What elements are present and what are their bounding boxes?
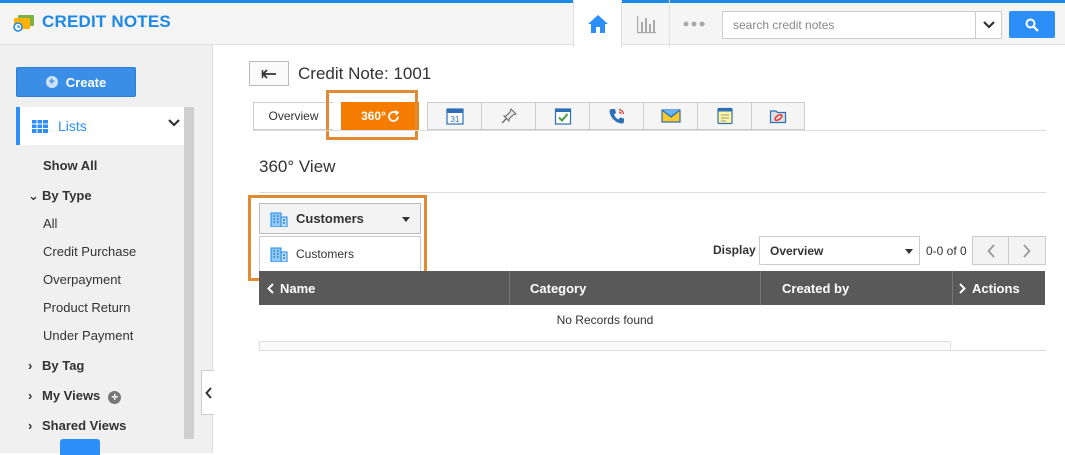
app-title: CREDIT NOTES — [42, 12, 171, 31]
sidebar-item-label: Shared Views — [42, 418, 127, 433]
column-category[interactable]: Category — [510, 271, 761, 305]
home-button[interactable] — [573, 0, 621, 48]
chevron-down-icon — [168, 119, 180, 127]
sidebar-item-label: By Tag — [42, 358, 85, 373]
pin-icon — [501, 108, 517, 124]
sidebar-item-under-payment[interactable]: Under Payment — [43, 328, 133, 343]
search-dropdown-button[interactable] — [975, 11, 1002, 39]
sidebar-item-credit-purchase[interactable]: Credit Purchase — [43, 244, 136, 259]
chevron-down-icon — [982, 21, 995, 29]
more-icon — [683, 21, 704, 27]
chevron-right-icon: › — [28, 418, 33, 433]
app-brand[interactable]: CREDIT NOTES — [12, 12, 171, 32]
chart-icon — [636, 16, 656, 34]
chevron-left-icon — [267, 282, 274, 294]
home-icon — [587, 14, 608, 33]
chevron-left-icon — [204, 386, 212, 399]
sidebar-item-overpayment[interactable]: Overpayment — [43, 272, 121, 287]
column-label: Actions — [972, 280, 1020, 296]
tab-tasks[interactable] — [535, 102, 589, 130]
page-title: Credit Note: 1001 — [298, 64, 432, 83]
top-nav — [573, 0, 717, 48]
search-icon — [1025, 18, 1039, 32]
tab-emails[interactable] — [643, 102, 697, 130]
list-icon — [32, 119, 48, 133]
display-selected: Overview — [770, 243, 824, 258]
chevron-right-icon: › — [28, 388, 33, 403]
display-select[interactable]: Overview — [759, 236, 920, 265]
sidebar-item-all[interactable]: All — [43, 216, 57, 231]
back-button[interactable] — [249, 61, 289, 86]
sidebar-item-my-views[interactable]: › My Views + — [28, 388, 122, 404]
top-bar: CREDIT NOTES — [0, 0, 1065, 48]
next-page-button[interactable] — [1009, 236, 1046, 265]
sidebar-item-label: My Views — [42, 388, 101, 403]
note-icon — [716, 107, 733, 125]
tabs-divider — [253, 130, 1046, 131]
sidebar-collapse-button[interactable] — [201, 370, 214, 415]
tab-attachments[interactable] — [751, 102, 805, 130]
column-created-by[interactable]: Created by — [761, 271, 953, 305]
sidebar-item-by-type[interactable]: ⌄ By Type — [28, 188, 92, 204]
tab-overview[interactable]: Overview — [253, 102, 333, 130]
lists-label: Lists — [58, 118, 87, 134]
lists-header[interactable]: Lists — [16, 107, 184, 145]
calendar-day-text: 31 — [450, 115, 459, 124]
highlight-customers-dropdown — [248, 195, 427, 281]
add-view-icon[interactable]: + — [108, 391, 122, 404]
tab-pin[interactable] — [481, 102, 535, 130]
caret-down-icon — [905, 249, 913, 254]
attachment-icon — [769, 110, 787, 124]
section-title: 360° View — [259, 157, 336, 176]
tab-notes[interactable] — [697, 102, 751, 130]
search-input[interactable] — [722, 11, 975, 39]
section-divider — [259, 192, 1046, 193]
sidebar-item-show-all[interactable]: Show All — [43, 158, 97, 173]
mail-icon — [660, 109, 681, 123]
sidebar-item-product-return[interactable]: Product Return — [43, 300, 130, 315]
chevron-right-icon: › — [28, 358, 33, 373]
sidebar: + Create Lists Show All ⌄ By Type All Cre… — [0, 45, 213, 455]
phone-icon — [609, 108, 624, 124]
chevron-right-icon — [959, 282, 966, 294]
grid-header: Name Category Created by Actions — [259, 271, 1045, 305]
reports-button[interactable] — [621, 0, 669, 48]
calendar-icon: 31 — [445, 108, 464, 125]
chevron-right-icon — [1023, 243, 1031, 258]
credit-notes-icon — [13, 15, 34, 32]
search-button[interactable] — [1009, 11, 1055, 38]
back-arrow-icon — [261, 68, 276, 79]
pager — [972, 236, 1046, 265]
sidebar-scrollbar[interactable] — [184, 107, 194, 439]
task-icon — [554, 108, 571, 125]
create-label: Create — [65, 74, 107, 90]
grid-bottom-divider — [259, 350, 1046, 351]
more-button[interactable] — [669, 0, 717, 48]
column-name[interactable]: Name — [259, 271, 510, 305]
plus-icon: + — [45, 76, 58, 88]
tab-calls[interactable] — [589, 102, 643, 130]
create-button[interactable]: + Create — [16, 67, 136, 97]
chevron-down-icon: ⌄ — [28, 188, 39, 203]
tab-calendar[interactable]: 31 — [427, 102, 481, 130]
display-label: Display — [713, 243, 756, 257]
column-actions[interactable]: Actions — [953, 271, 1045, 305]
search-bar — [722, 11, 1002, 39]
sidebar-item-label: By Type — [42, 188, 92, 203]
sidebar-item-shared-views[interactable]: › Shared Views — [28, 418, 126, 433]
chevron-left-icon — [986, 243, 995, 258]
empty-state-text: No Records found — [556, 313, 654, 327]
column-label: Name — [280, 280, 316, 296]
pager-text: 0-0 of 0 — [926, 244, 967, 258]
sidebar-item-by-tag[interactable]: › By Tag — [28, 358, 84, 373]
highlight-360-tab — [326, 90, 418, 140]
prev-page-button[interactable] — [972, 236, 1009, 265]
